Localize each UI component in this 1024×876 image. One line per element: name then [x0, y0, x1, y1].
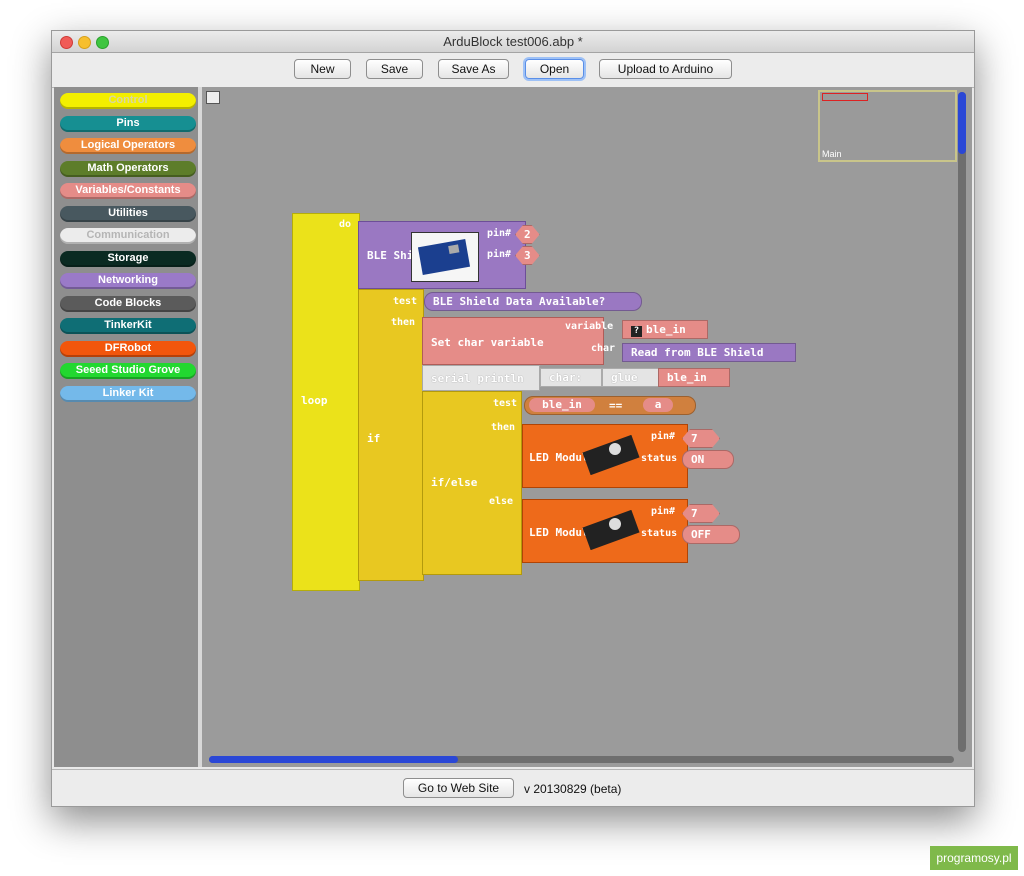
palette-category-tinkerkit[interactable]: TinkerKit [60, 318, 196, 334]
upload-to-arduino-button[interactable]: Upload to Arduino [599, 59, 732, 79]
ifelse-test-label: test [493, 398, 518, 409]
title-bar: ArduBlock test006.abp * [52, 31, 974, 53]
new-button[interactable]: New [294, 59, 351, 79]
save-button[interactable]: Save [366, 59, 423, 79]
vertical-scroll-thumb[interactable] [958, 92, 966, 154]
minimap-viewport[interactable] [822, 93, 868, 101]
char-param-label: char: [540, 368, 602, 387]
vertical-scrollbar[interactable] [958, 92, 966, 752]
led-on-pin-label: pin# [651, 431, 676, 442]
led-off-pin-label: pin# [651, 506, 676, 517]
palette-category-math-operators[interactable]: Math Operators [60, 160, 196, 177]
ifelse-then-label: then [491, 422, 516, 433]
question-icon: ? [631, 326, 642, 337]
variable-label: variable [565, 321, 614, 332]
palette-category-pins[interactable]: Pins [60, 115, 196, 132]
compare-left-operand[interactable]: ble_in [529, 398, 595, 412]
ble-shield-block[interactable]: BLE Shield pin# pin# [358, 221, 526, 289]
led-off-status-value[interactable]: OFF [682, 525, 740, 544]
version-label: v 20130829 (beta) [524, 782, 622, 796]
set-char-variable-block[interactable]: Set char variable variable char [422, 317, 615, 365]
serial-println-label: serial println [431, 372, 524, 385]
if-test-label: test [393, 296, 418, 307]
collapse-palette-icon[interactable] [206, 91, 220, 104]
led-module-on-block[interactable]: LED Module pin# status [522, 424, 688, 488]
palette-category-utilities[interactable]: Utilities [60, 205, 196, 222]
watermark: programosy.pl [930, 846, 1018, 870]
equals-comparison-block[interactable]: ble_in == a [524, 396, 696, 415]
led-module-icon [582, 510, 640, 550]
led-on-pin-value[interactable]: 7 [682, 429, 720, 448]
ble-shield-image [411, 232, 479, 282]
led-off-pin-value[interactable]: 7 [682, 504, 720, 523]
palette-category-linker-kit[interactable]: Linker Kit [60, 385, 196, 402]
do-label: do [339, 219, 352, 230]
ble-board-icon [417, 239, 471, 275]
if-block[interactable]: if test then [358, 289, 424, 581]
palette-category-dfrobot[interactable]: DFRobot [60, 340, 196, 357]
set-char-label: Set char variable [431, 336, 544, 349]
compare-right-operand[interactable]: a [643, 398, 673, 412]
if-else-label: if/else [431, 476, 478, 489]
horizontal-scroll-thumb[interactable] [209, 756, 458, 763]
led-module-off-block[interactable]: LED Module pin# status [522, 499, 688, 563]
if-then-label: then [391, 317, 416, 328]
palette-category-seeed-studio-grove[interactable]: Seeed Studio Grove [60, 363, 196, 379]
if-else-block[interactable]: if/else test then else [422, 391, 522, 575]
status-bar: Go to Web Site v 20130829 (beta) [52, 769, 974, 806]
horizontal-scrollbar[interactable] [209, 756, 954, 763]
loop-block[interactable]: loop do [292, 213, 360, 591]
window-title: ArduBlock test006.abp * [443, 34, 583, 49]
pin-label-1: pin# [487, 228, 512, 239]
palette-category-networking[interactable]: Networking [60, 273, 196, 289]
compare-operator: == [609, 399, 623, 412]
glue-block[interactable]: glue [602, 368, 660, 387]
serial-println-block[interactable]: serial println [422, 365, 540, 391]
toolbar: New Save Save As Open Upload to Arduino [52, 53, 974, 88]
variable-name-chip[interactable]: ? ble_in [622, 320, 708, 339]
led-off-status-label: status [641, 528, 678, 539]
glue-value-chip[interactable]: ble_in [658, 368, 730, 387]
save-as-button[interactable]: Save As [438, 59, 509, 79]
ifelse-else-label: else [489, 496, 514, 507]
char-label: char [591, 343, 616, 354]
ble-data-available-block[interactable]: BLE Shield Data Available? [424, 292, 642, 311]
open-button[interactable]: Open [525, 59, 584, 79]
if-label: if [367, 432, 381, 445]
palette-category-code-blocks[interactable]: Code Blocks [60, 295, 196, 312]
palette-category-logical-operators[interactable]: Logical Operators [60, 138, 196, 154]
palette-category-control[interactable]: Control [60, 93, 196, 109]
go-to-web-site-button[interactable]: Go to Web Site [403, 778, 514, 798]
led-module-icon [582, 435, 640, 475]
palette-category-variables-constants[interactable]: Variables/Constants [60, 183, 196, 199]
minimap-label: Main [822, 149, 842, 159]
block-palette: Control Pins Logical Operators Math Operato… [54, 87, 200, 767]
pin-label-2: pin# [487, 249, 512, 260]
led-on-status-value[interactable]: ON [682, 450, 734, 469]
read-from-ble-block[interactable]: Read from BLE Shield [622, 343, 796, 362]
variable-name: ble_in [646, 323, 686, 336]
minimap[interactable]: Main [818, 90, 957, 162]
workspace-canvas[interactable]: loop do BLE Shield pin# pin# 2 3 if test… [202, 87, 972, 767]
palette-category-communication[interactable]: Communication [60, 228, 196, 244]
led-on-status-label: status [641, 453, 678, 464]
loop-label: loop [301, 394, 328, 407]
app-window: ArduBlock test006.abp * New Save Save As… [51, 30, 975, 807]
palette-category-storage[interactable]: Storage [60, 250, 196, 267]
